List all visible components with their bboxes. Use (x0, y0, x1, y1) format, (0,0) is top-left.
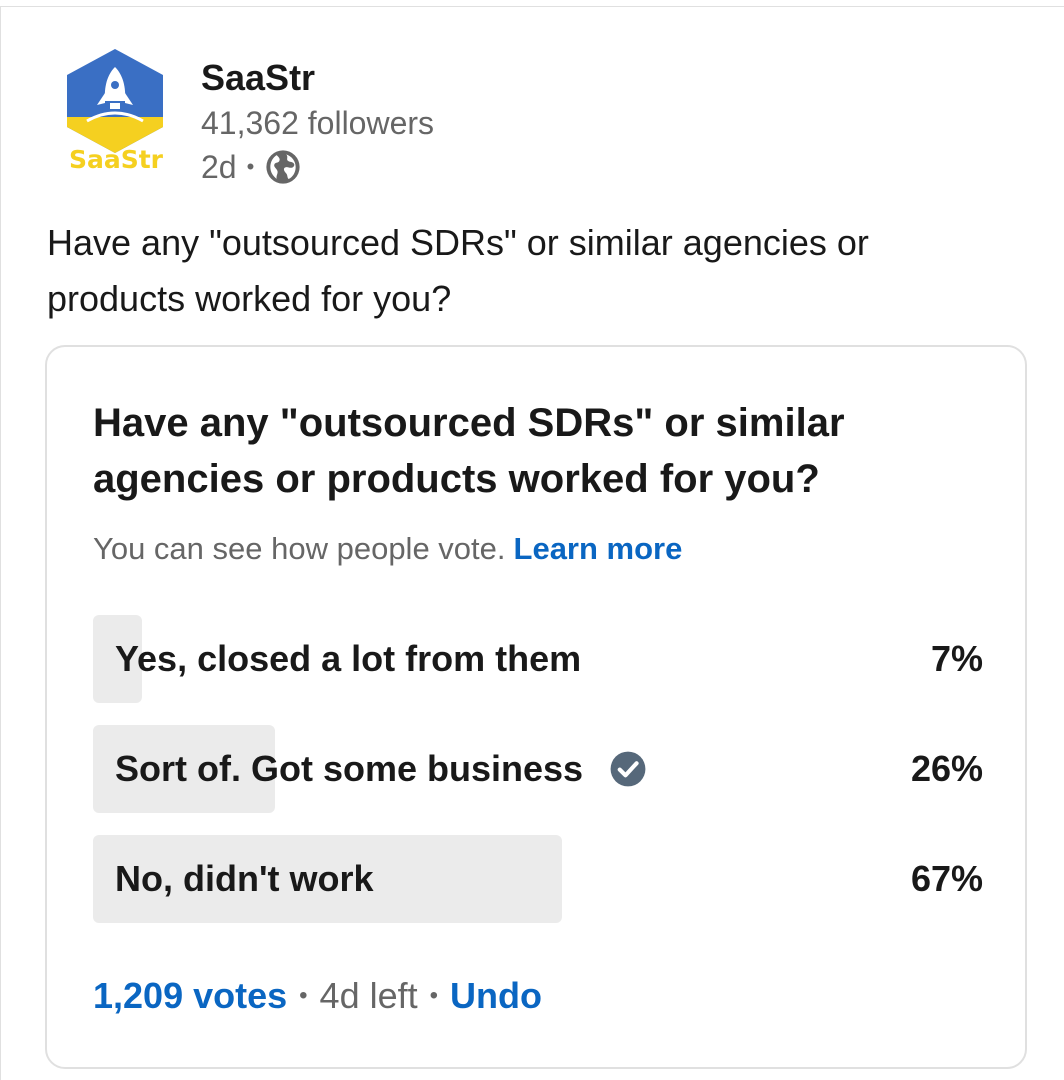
separator-dot: • (299, 982, 308, 1009)
learn-more-link[interactable]: Learn more (514, 531, 683, 566)
follower-count: 41,362 followers (201, 105, 435, 141)
post-time-row: 2d • (201, 145, 434, 189)
visibility-text: You can see how people vote. (93, 531, 506, 566)
post-card: SaaStr SaaStr 41,362 followers 2d • Have… (0, 6, 1064, 1080)
post-header: SaaStr SaaStr 41,362 followers 2d • (57, 45, 434, 189)
poll-option-percent: 7% (930, 638, 983, 679)
company-name[interactable]: SaaStr (201, 57, 434, 99)
poll-option-3[interactable]: No, didn't work 67% (93, 835, 983, 923)
logo-wordmark: SaaStr (68, 145, 164, 174)
post-meta: SaaStr 41,362 followers 2d • (201, 45, 434, 189)
vote-count-link[interactable]: 1,209 votes (93, 975, 287, 1017)
poll-option-label: Yes, closed a lot from them (115, 638, 582, 679)
post-age: 2d (201, 149, 237, 185)
globe-icon (266, 150, 300, 184)
rocket-logo-icon (67, 49, 163, 153)
poll-option-label: No, didn't work (115, 858, 374, 899)
poll-footer: 1,209 votes • 4d left • Undo (93, 975, 542, 1017)
poll-option-2[interactable]: Sort of. Got some business 26% (93, 725, 983, 813)
poll-visibility-note: You can see how people vote. Learn more (93, 531, 682, 567)
time-left: 4d left (319, 975, 418, 1016)
checkmark-icon (610, 751, 646, 787)
post-body-text: Have any "outsourced SDRs" or similar ag… (47, 222, 869, 319)
separator-dot: • (246, 154, 255, 179)
poll-option-percent: 67% (910, 858, 983, 899)
poll-option-1[interactable]: Yes, closed a lot from them 7% (93, 615, 983, 703)
undo-button[interactable]: Undo (450, 975, 542, 1017)
company-logo[interactable]: SaaStr (57, 45, 173, 185)
poll-card: Have any "outsourced SDRs" or similar ag… (45, 345, 1027, 1069)
poll-question: Have any "outsourced SDRs" or similar ag… (93, 401, 845, 501)
poll-option-percent: 26% (910, 748, 983, 789)
poll-option-label: Sort of. Got some business (115, 748, 584, 789)
separator-dot: • (429, 982, 439, 1009)
